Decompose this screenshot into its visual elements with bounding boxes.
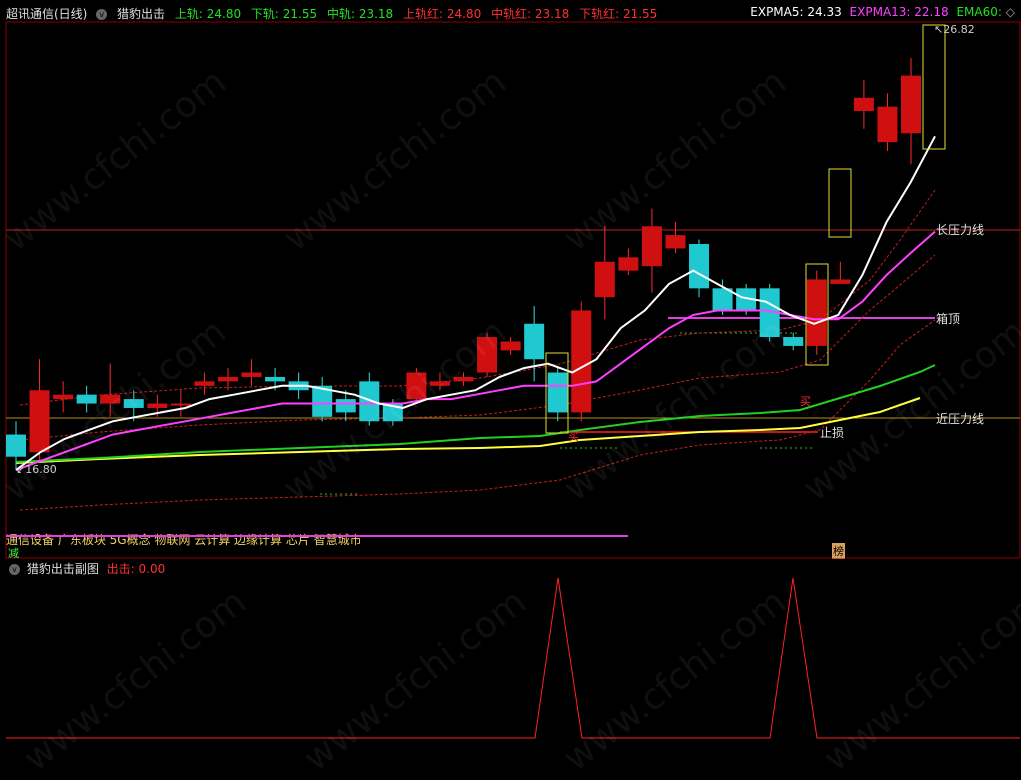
buy-signal-2: 买 (800, 395, 811, 408)
candle-body[interactable] (806, 279, 827, 346)
high-price-label: ↖26.82 (934, 23, 975, 36)
candle-body[interactable] (100, 394, 121, 404)
candle-body[interactable] (547, 372, 568, 413)
upper-red-band (19, 189, 936, 406)
candle-body[interactable] (594, 261, 615, 298)
candle-body[interactable] (6, 434, 26, 457)
expma5-line (15, 135, 936, 471)
arrow-icon: ↖ (934, 23, 944, 36)
arrow-icon: ↙ (16, 463, 26, 476)
candle-body[interactable] (853, 97, 874, 112)
candle-body[interactable] (265, 376, 286, 382)
candle-body[interactable] (76, 394, 97, 404)
candle-body[interactable] (500, 341, 521, 351)
candle-body[interactable] (524, 323, 545, 360)
candle-body[interactable] (618, 257, 639, 271)
candle-body[interactable] (53, 394, 74, 400)
candle-body[interactable] (453, 376, 474, 382)
candle-body[interactable] (689, 244, 710, 289)
signal-box-3 (828, 168, 852, 238)
candle-layer (6, 57, 921, 470)
candle-body[interactable] (406, 372, 427, 400)
candle-body[interactable] (830, 279, 851, 284)
candle-body[interactable] (665, 235, 686, 249)
signal-box-4 (922, 24, 946, 150)
candle-body[interactable] (901, 75, 921, 134)
buy-signal-1: 买 (568, 430, 579, 443)
candle-body[interactable] (147, 403, 168, 408)
candle-body[interactable] (29, 390, 50, 453)
candle-body[interactable] (241, 372, 262, 377)
sub-chart[interactable] (0, 558, 1021, 745)
bang-badge: 榜 (832, 543, 845, 559)
main-chart[interactable] (0, 0, 1021, 558)
candle-body[interactable] (359, 381, 380, 422)
candle-body[interactable] (194, 381, 215, 386)
candle-body[interactable] (877, 106, 898, 143)
candle-body[interactable] (217, 376, 238, 382)
low-price-label: ↙16.80 (16, 463, 57, 476)
candle-body[interactable] (641, 226, 662, 267)
concept-underline (6, 535, 628, 537)
candle-body[interactable] (429, 381, 450, 386)
concept-tags: 通信设备 广东板块 5G概念 物联网 云计算 边缘计算 芯片 智慧城市 (6, 533, 362, 547)
expma13-line (15, 230, 936, 471)
long-pressure-label: 长压力线 (936, 223, 985, 237)
stop-loss-label: 止损 (820, 426, 845, 440)
near-pressure-label: 近压力线 (936, 412, 985, 426)
candle-body[interactable] (783, 337, 804, 346)
candle-body[interactable] (123, 399, 144, 408)
candle-body[interactable] (571, 310, 592, 413)
candle-body[interactable] (335, 399, 356, 413)
signal-spike-line (6, 577, 1020, 739)
box-top-label: 箱顶 (936, 312, 961, 326)
candle-body[interactable] (477, 337, 498, 373)
candle-body[interactable] (170, 403, 191, 406)
